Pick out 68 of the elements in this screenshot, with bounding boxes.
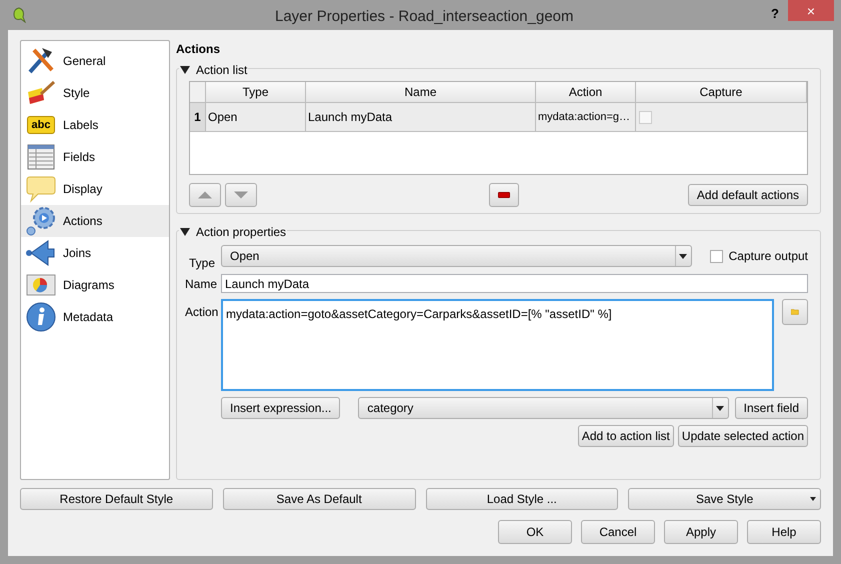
- move-down-button[interactable]: [225, 183, 257, 207]
- help-button[interactable]: ?: [771, 4, 779, 24]
- minus-icon: [498, 191, 510, 199]
- add-to-action-list-button[interactable]: Add to action list: [578, 425, 674, 447]
- gear-icon: [26, 206, 56, 236]
- sidebar-item[interactable]: General: [21, 45, 169, 77]
- app-logo-icon: [12, 7, 26, 23]
- checkbox[interactable]: [639, 110, 652, 124]
- add-default-actions-button[interactable]: Add default actions: [688, 184, 808, 206]
- sidebar-item[interactable]: Fields: [21, 141, 169, 173]
- close-button[interactable]: ×: [788, 0, 834, 21]
- sidebar-item[interactable]: Joins: [21, 237, 169, 269]
- browse-button[interactable]: [782, 299, 808, 325]
- sidebar-item[interactable]: abc Labels: [21, 109, 169, 141]
- window-title: Layer Properties - Road_interseaction_geom: [275, 7, 574, 27]
- tools-icon: [26, 46, 56, 76]
- page-title: Actions: [176, 41, 222, 58]
- insert-field-button[interactable]: Insert field: [734, 397, 808, 419]
- insert-expression-button[interactable]: Insert expression...: [221, 397, 340, 419]
- sidebar-item[interactable]: Diagrams: [21, 269, 169, 301]
- dialog-button[interactable]: OK: [498, 520, 572, 544]
- collapse-arrow-icon[interactable]: [180, 228, 190, 236]
- move-up-button[interactable]: [189, 183, 221, 207]
- dialog-button[interactable]: Apply: [664, 520, 738, 544]
- folder-icon: [791, 306, 799, 318]
- dialog-button[interactable]: Help: [747, 520, 821, 544]
- name-field[interactable]: Launch myData: [221, 274, 808, 293]
- info-icon: [26, 302, 56, 332]
- action-text-area[interactable]: mydata:action=goto&assetCategory=Carparks&assetID=[% "assetID" %]: [221, 299, 774, 391]
- group-title: Action list: [196, 62, 248, 79]
- row-number: 1: [190, 103, 206, 131]
- dialog-button[interactable]: Cancel: [581, 520, 655, 544]
- table-cell: Open: [206, 103, 306, 131]
- pie-chart-icon: [26, 272, 56, 298]
- checkbox[interactable]: [710, 250, 723, 262]
- collapse-arrow-icon[interactable]: [180, 66, 190, 74]
- checkbox-label: Capture output: [728, 248, 808, 265]
- dropdown-arrow-icon: [716, 406, 724, 410]
- style-button[interactable]: Restore Default Style: [20, 488, 213, 510]
- column-header[interactable]: Capture: [636, 82, 807, 103]
- field-label: Action: [185, 304, 215, 321]
- field-label: Name: [185, 276, 215, 292]
- remove-button[interactable]: [489, 183, 519, 207]
- column-header[interactable]: Action: [536, 82, 636, 103]
- sidebar-item[interactable]: Display: [21, 173, 169, 205]
- table-icon: [27, 144, 55, 170]
- sidebar-item[interactable]: Style: [21, 77, 169, 109]
- style-button[interactable]: Save Style: [628, 488, 821, 510]
- speech-bubble-icon: [26, 175, 56, 203]
- column-header[interactable]: Name: [306, 82, 536, 103]
- field-label: Type: [188, 255, 215, 272]
- style-button[interactable]: Save As Default: [222, 488, 416, 510]
- group-title: Action properties: [196, 224, 286, 241]
- table-cell: mydata:action=g…: [536, 103, 636, 131]
- style-button[interactable]: Load Style ...: [426, 488, 618, 510]
- up-triangle-icon: [198, 191, 212, 199]
- dropdown-arrow-icon: [679, 254, 688, 258]
- label-tag-icon: abc: [26, 116, 56, 134]
- sidebar-item[interactable]: Actions: [21, 205, 169, 237]
- update-selected-action-button[interactable]: Update selected action: [678, 425, 808, 447]
- dropdown-arrow-icon: [810, 497, 816, 501]
- type-dropdown[interactable]: Open: [221, 245, 692, 267]
- down-triangle-icon: [234, 191, 248, 199]
- arrow-join-icon: [26, 239, 56, 267]
- sidebar-item[interactable]: Metadata: [21, 301, 169, 333]
- column-header[interactable]: Type: [206, 82, 306, 103]
- field-dropdown[interactable]: category: [358, 397, 729, 419]
- table-cell: Launch myData: [306, 103, 536, 131]
